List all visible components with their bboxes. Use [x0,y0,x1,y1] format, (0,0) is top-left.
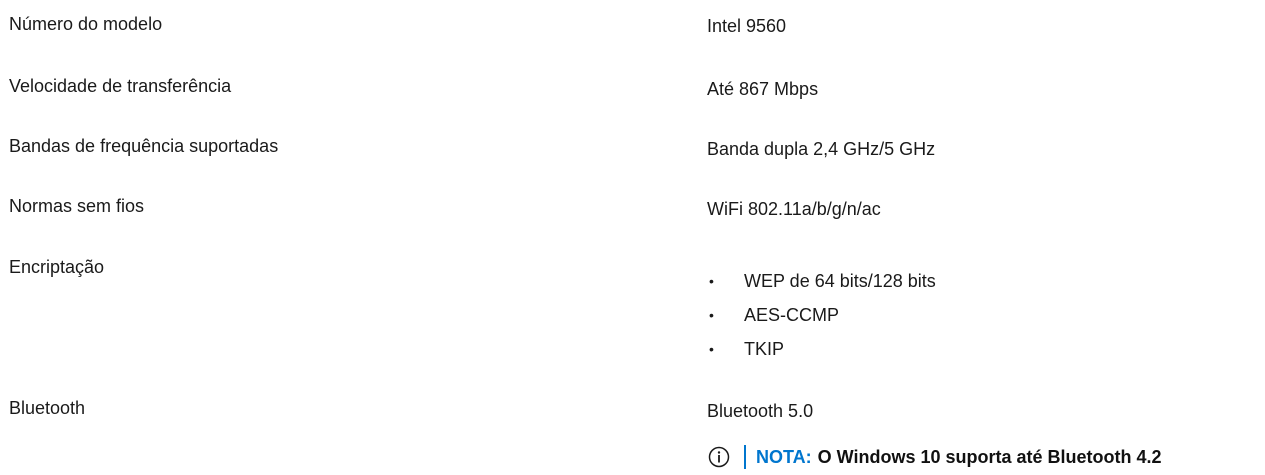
spec-label-bluetooth: Bluetooth [9,398,86,418]
spec-value-bluetooth: Bluetooth 5.0 [707,401,814,421]
spec-value-wireless-standards: WiFi 802.11a/b/g/n/ac [707,199,881,219]
list-item: • TKIP [707,338,936,372]
spec-value-transfer-rate: Até 867 Mbps [707,79,819,99]
bullet-icon: • [709,307,714,323]
spec-value-frequency-bands: Banda dupla 2,4 GHz/5 GHz [707,139,936,159]
note-keyword: NOTA: [756,446,812,467]
note-text: O Windows 10 suporta até Bluetooth 4.2 [817,446,1162,467]
spec-label-model-number: Número do modelo [9,14,163,34]
wireless-spec-table: Número do modelo Intel 9560 Velocidade d… [0,0,1265,475]
bullet-icon: • [709,341,714,357]
info-icon [708,446,730,468]
note-divider [744,445,746,469]
spec-label-wireless-standards: Normas sem fios [9,196,145,216]
list-item: • WEP de 64 bits/128 bits [707,270,936,304]
spec-value-encryption-list: • WEP de 64 bits/128 bits • AES-CCMP • TKIP [707,270,936,372]
list-item: • AES-CCMP [707,304,936,338]
spec-label-frequency-bands: Bandas de frequência suportadas [9,136,279,156]
spec-label-transfer-rate: Velocidade de transferência [9,76,232,96]
encryption-item-tkip: TKIP [744,339,785,359]
encryption-item-aes: AES-CCMP [744,305,840,325]
spec-label-encryption: Encriptação [9,257,105,277]
spec-value-model-number: Intel 9560 [707,16,787,36]
note-callout: NOTA: O Windows 10 suporta até Bluetooth… [708,444,1162,470]
bullet-icon: • [709,273,714,289]
encryption-item-wep: WEP de 64 bits/128 bits [744,271,936,291]
